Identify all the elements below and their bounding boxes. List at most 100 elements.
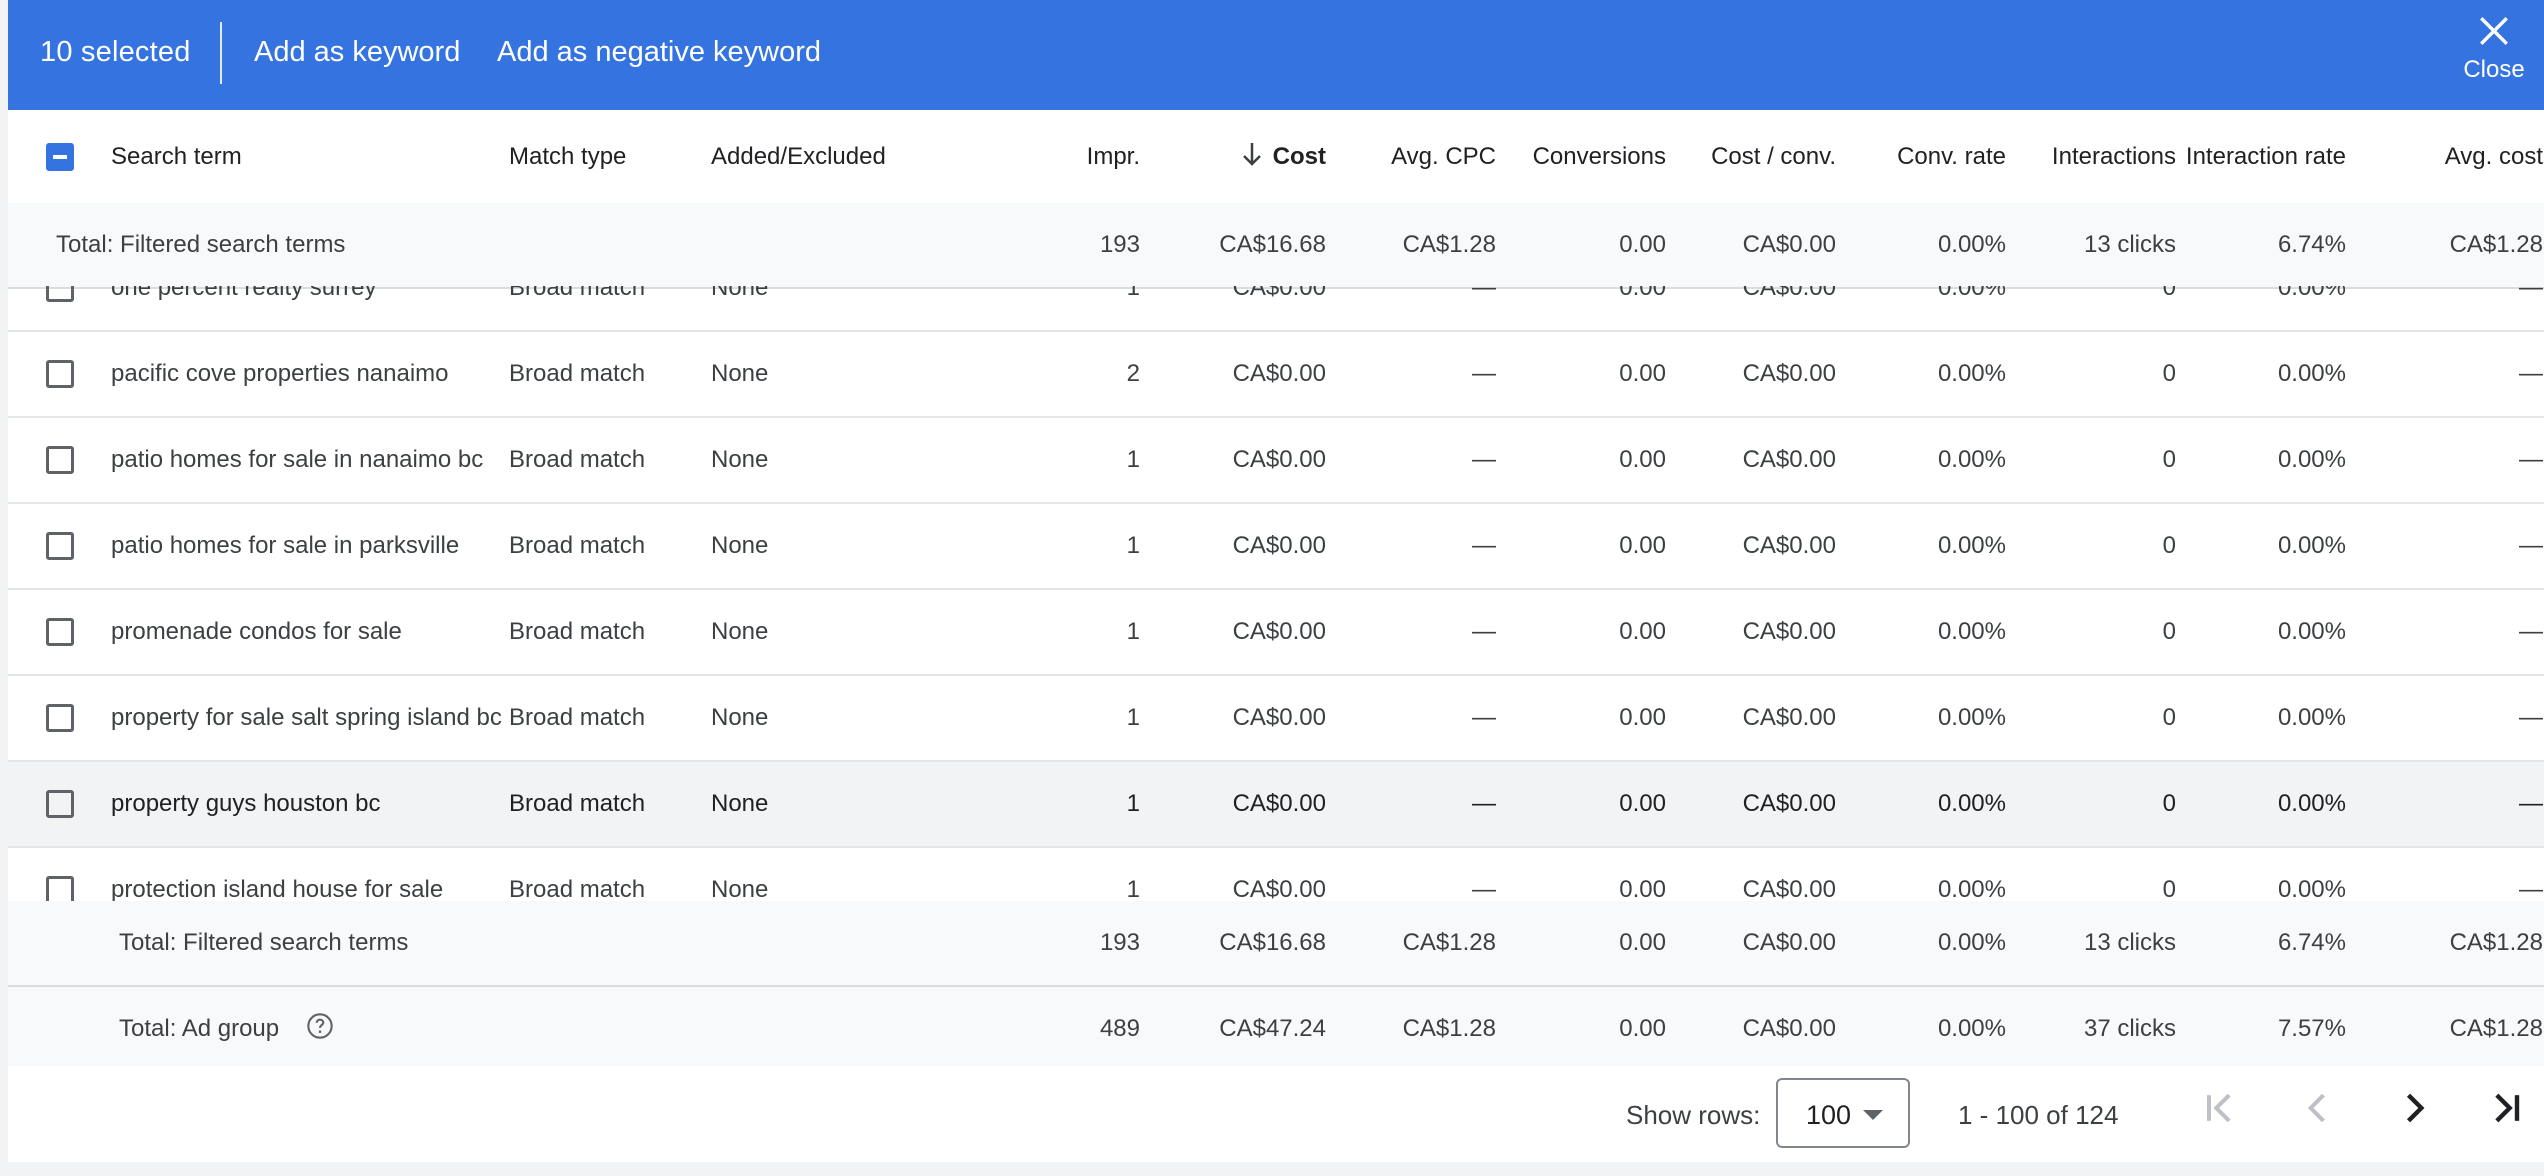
total-added-empty xyxy=(710,203,971,289)
cell-added-excluded: None xyxy=(710,286,971,332)
cell-conv-rate: 0.00% xyxy=(1837,503,2007,590)
page-range: 1 - 100 of 124 xyxy=(1958,1100,2119,1130)
header-search-term[interactable]: Search term xyxy=(105,110,508,207)
cell-interaction-rate: 0.00% xyxy=(2177,286,2347,332)
header-conv-rate[interactable]: Conv. rate xyxy=(1837,110,2007,207)
header-conversions[interactable]: Conversions xyxy=(1497,110,1667,207)
cell-conversions: 0.00 xyxy=(1497,503,1667,590)
show-rows-label: Show rows: xyxy=(1626,1100,1761,1130)
cell-cost-per-conv: CA$0.00 xyxy=(1667,589,1837,676)
header-cost-label: Cost xyxy=(1272,142,1326,170)
total-conversions: 0.00 xyxy=(1497,901,1667,987)
ag-cost: CA$47.24 xyxy=(1141,986,1327,1073)
cell-interactions: 0 xyxy=(2007,331,2177,418)
cell-search-term: pacific cove properties nanaimo xyxy=(105,331,508,418)
table-row[interactable]: one percent realty surrey Broad match None… xyxy=(8,286,2544,332)
ag-impr: 489 xyxy=(971,986,1141,1073)
header-cost[interactable]: Cost xyxy=(1141,110,1327,207)
cell-cost-per-conv: CA$0.00 xyxy=(1667,847,1837,901)
total-filtered-bottom-row: Total: Filtered search terms 193 CA$16.6… xyxy=(8,901,2544,987)
row-checkbox[interactable] xyxy=(46,360,74,389)
total-cost-conv: CA$0.00 xyxy=(1667,203,1837,289)
cell-avg-cpc: — xyxy=(1327,675,1497,762)
cell-added-excluded: None xyxy=(710,331,971,418)
row-checkbox-cell xyxy=(8,675,105,762)
cell-interactions: 0 xyxy=(2007,286,2177,332)
row-checkbox-cell xyxy=(8,417,105,504)
next-page-button[interactable] xyxy=(2392,1086,2436,1137)
table-row[interactable]: pacific cove properties nanaimo Broad mat… xyxy=(8,331,2544,418)
row-checkbox[interactable] xyxy=(46,618,74,647)
first-page-icon xyxy=(2206,1093,2231,1123)
row-checkbox[interactable] xyxy=(46,876,74,901)
cell-cost: CA$0.00 xyxy=(1141,286,1327,332)
cell-interaction-rate: 0.00% xyxy=(2177,675,2347,762)
cell-interactions: 0 xyxy=(2007,589,2177,676)
ag-interactions: 37 clicks xyxy=(2007,986,2177,1073)
cell-added-excluded: None xyxy=(710,589,971,676)
select-all-cell xyxy=(8,110,105,207)
row-checkbox-cell xyxy=(8,331,105,418)
help-icon[interactable] xyxy=(306,1012,334,1047)
add-as-negative-keyword-button[interactable]: Add as negative keyword xyxy=(497,36,821,69)
table-body-scroll[interactable]: one percent realty surrey Broad match None… xyxy=(8,286,2544,901)
table-row[interactable]: property for sale salt spring island bc B… xyxy=(8,675,2544,762)
total-avg-cpc: CA$1.28 xyxy=(1327,203,1497,289)
ag-added-empty xyxy=(710,986,971,1073)
cell-search-term: property for sale salt spring island bc xyxy=(105,675,508,762)
cell-avg-cpc: — xyxy=(1327,331,1497,418)
header-avg-cost[interactable]: Avg. cost xyxy=(2347,110,2544,207)
first-page-button[interactable] xyxy=(2198,1086,2242,1137)
total-cost: CA$16.68 xyxy=(1141,901,1327,987)
header-interaction-rate[interactable]: Interaction rate xyxy=(2177,110,2347,207)
row-checkbox[interactable] xyxy=(46,446,74,475)
cell-interactions: 0 xyxy=(2007,675,2177,762)
table-row[interactable]: protection island house for sale Broad ma… xyxy=(8,847,2544,901)
cell-avg-cpc: — xyxy=(1327,589,1497,676)
close-button[interactable]: Close xyxy=(2444,14,2544,84)
row-checkbox[interactable] xyxy=(46,790,74,819)
row-checkbox-cell xyxy=(8,589,105,676)
total-label: Total: Filtered search terms xyxy=(8,203,508,289)
cell-search-term: promenade condos for sale xyxy=(105,589,508,676)
total-avg-cost: CA$1.28 xyxy=(2347,203,2544,289)
total-label: Total: Filtered search terms xyxy=(8,901,508,987)
chevron-left-icon xyxy=(2307,1093,2325,1123)
cell-interactions: 0 xyxy=(2007,503,2177,590)
table-row[interactable]: property guys houston bc Broad match None 1… xyxy=(8,761,2544,848)
cell-search-term: patio homes for sale in parksville xyxy=(105,503,508,590)
last-page-button[interactable] xyxy=(2484,1086,2528,1137)
totals-bottom: Total: Filtered search terms 193 CA$16.6… xyxy=(8,901,2544,1073)
row-checkbox[interactable] xyxy=(46,532,74,561)
cell-conv-rate: 0.00% xyxy=(1837,286,2007,332)
selected-count: 10 selected xyxy=(40,36,191,68)
select-all-checkbox[interactable] xyxy=(46,143,74,172)
header-added-excluded[interactable]: Added/Excluded xyxy=(710,110,971,207)
cell-interactions: 0 xyxy=(2007,417,2177,504)
rows-per-page-select[interactable]: 100 xyxy=(1776,1078,1910,1148)
row-checkbox[interactable] xyxy=(46,704,74,733)
header-match-type[interactable]: Match type xyxy=(508,110,710,207)
cell-cost: CA$0.00 xyxy=(1141,503,1327,590)
previous-page-button[interactable] xyxy=(2296,1086,2340,1137)
header-cost-per-conv[interactable]: Cost / conv. xyxy=(1667,110,1837,207)
cell-conversions: 0.00 xyxy=(1497,847,1667,901)
header-impressions[interactable]: Impr. xyxy=(971,110,1141,207)
total-added-empty xyxy=(710,901,971,987)
table-row[interactable]: patio homes for sale in parksville Broad … xyxy=(8,503,2544,590)
cell-conversions: 0.00 xyxy=(1497,761,1667,848)
table-row[interactable]: promenade condos for sale Broad match None… xyxy=(8,589,2544,676)
cell-avg-cost: — xyxy=(2347,589,2544,676)
row-checkbox[interactable] xyxy=(46,286,74,303)
cell-match-type: Broad match xyxy=(508,761,710,848)
cell-avg-cost: — xyxy=(2347,417,2544,504)
cell-impressions: 1 xyxy=(971,761,1141,848)
total-ad-group-row: Total: Ad group 489 CA$47.24 CA$1.28 0.0… xyxy=(8,986,2544,1073)
table-row[interactable]: patio homes for sale in nanaimo bc Broad … xyxy=(8,417,2544,504)
cell-interactions: 0 xyxy=(2007,761,2177,848)
cell-interaction-rate: 0.00% xyxy=(2177,847,2347,901)
total-avg-cpc: CA$1.28 xyxy=(1327,901,1497,987)
header-avg-cpc[interactable]: Avg. CPC xyxy=(1327,110,1497,207)
add-as-keyword-button[interactable]: Add as keyword xyxy=(254,36,460,69)
header-interactions[interactable]: Interactions xyxy=(2007,110,2177,207)
